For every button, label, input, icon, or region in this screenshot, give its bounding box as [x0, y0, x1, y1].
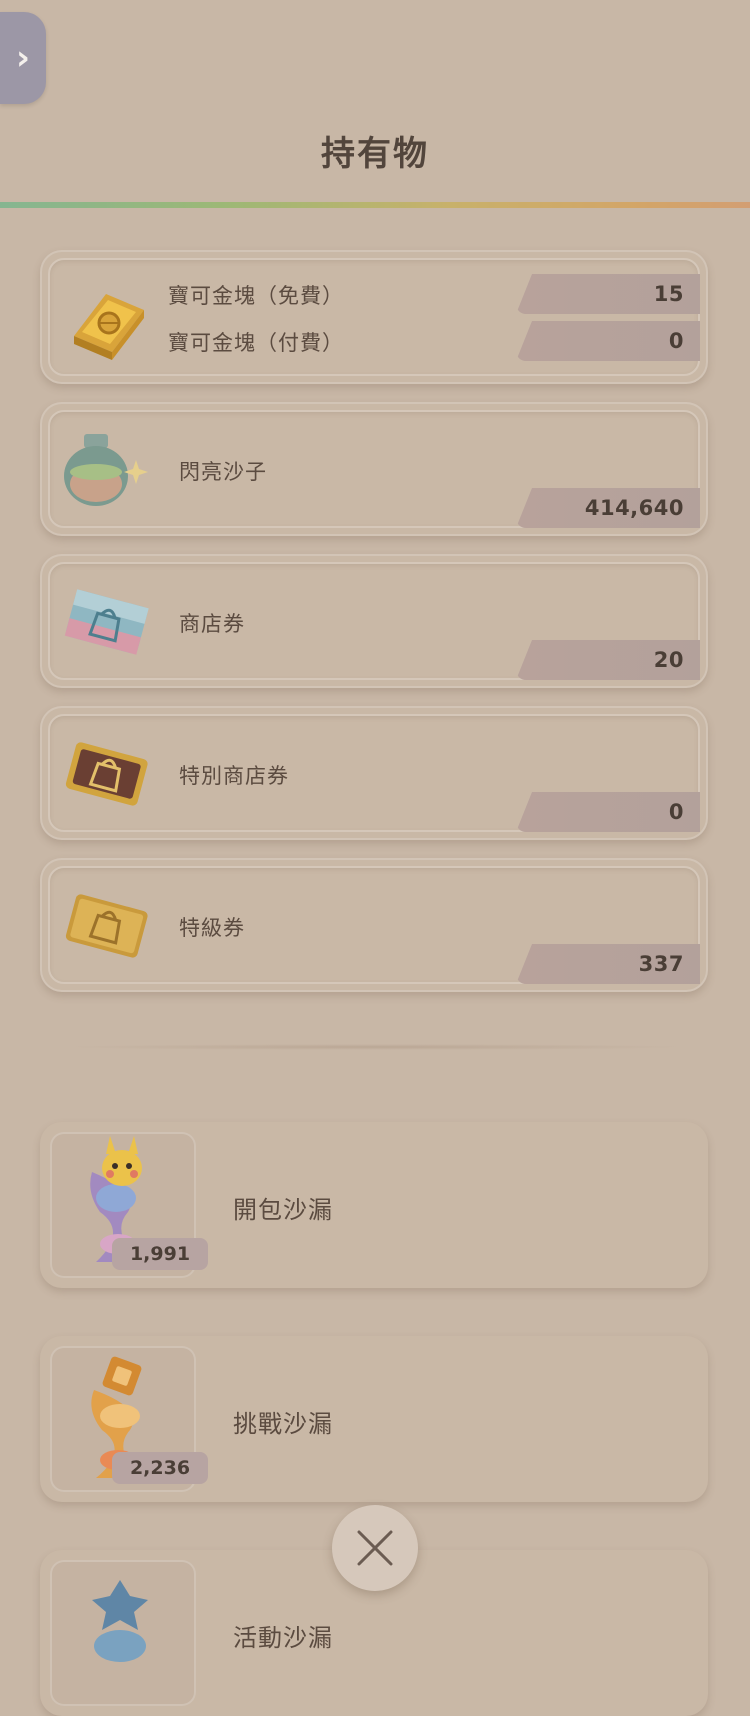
close-icon — [357, 1530, 393, 1566]
close-button[interactable] — [332, 1505, 418, 1591]
header: › 持有物 — [0, 0, 750, 208]
challenge-hourglass-panel[interactable]: 2,236 挑戰沙漏 — [40, 1336, 708, 1502]
special-shop-ticket-value: 0 — [668, 800, 684, 824]
gold-paid-value: 0 — [668, 329, 684, 353]
pack-hourglass-label: 開包沙漏 — [233, 1196, 333, 1224]
special-shop-ticket-panel: 特別商店券 0 — [40, 706, 708, 840]
gold-paid-label: 寶可金塊（付費） — [168, 331, 344, 355]
sand-value: 414,640 — [584, 496, 684, 520]
pack-hourglass-count: 1,991 — [112, 1238, 208, 1270]
shop-ticket-value: 20 — [653, 648, 684, 672]
premium-ticket-label: 特級券 — [179, 916, 245, 940]
expand-tab-button[interactable]: › — [0, 12, 46, 104]
challenge-hourglass-label: 挑戰沙漏 — [233, 1410, 333, 1438]
event-hourglass-thumb — [50, 1560, 196, 1706]
premium-ticket-value: 337 — [638, 952, 684, 976]
section-divider — [60, 1044, 690, 1050]
premium-ticket-icon — [62, 880, 152, 970]
premium-ticket-panel: 特級券 337 — [40, 858, 708, 992]
shop-ticket-panel: 商店券 20 — [40, 554, 708, 688]
sand-bottle-icon — [60, 424, 150, 514]
event-hourglass-label: 活動沙漏 — [233, 1624, 333, 1652]
special-shop-ticket-icon — [62, 728, 152, 818]
gold-bar-icon — [64, 274, 154, 364]
gold-free-value: 15 — [653, 282, 684, 306]
gold-free-label: 寶可金塊（免費） — [168, 284, 344, 308]
gold-paid-value-pill: 0 — [516, 321, 700, 361]
premium-ticket-value-pill: 337 — [516, 944, 700, 984]
event-hourglass-icon — [92, 1580, 148, 1662]
challenge-hourglass-thumb: 2,236 — [50, 1346, 208, 1492]
sand-panel: 閃亮沙子 414,640 — [40, 402, 708, 536]
sand-value-pill: 414,640 — [516, 488, 700, 528]
shop-ticket-icon — [62, 576, 152, 666]
challenge-hourglass-count: 2,236 — [112, 1452, 208, 1484]
gold-free-value-pill: 15 — [516, 274, 700, 314]
shop-ticket-value-pill: 20 — [516, 640, 700, 680]
rainbow-divider — [0, 202, 750, 208]
pack-hourglass-thumb: 1,991 — [50, 1132, 208, 1278]
special-shop-ticket-label: 特別商店券 — [179, 764, 289, 788]
special-shop-ticket-value-pill: 0 — [516, 792, 700, 832]
gold-panel: 寶可金塊（免費） 15 寶可金塊（付費） 0 — [40, 250, 708, 384]
pack-hourglass-panel[interactable]: 1,991 開包沙漏 — [40, 1122, 708, 1288]
shop-ticket-label: 商店券 — [179, 612, 245, 636]
page-title: 持有物 — [321, 134, 429, 174]
chevron-right-icon: › — [15, 38, 30, 78]
sand-label: 閃亮沙子 — [179, 460, 267, 484]
